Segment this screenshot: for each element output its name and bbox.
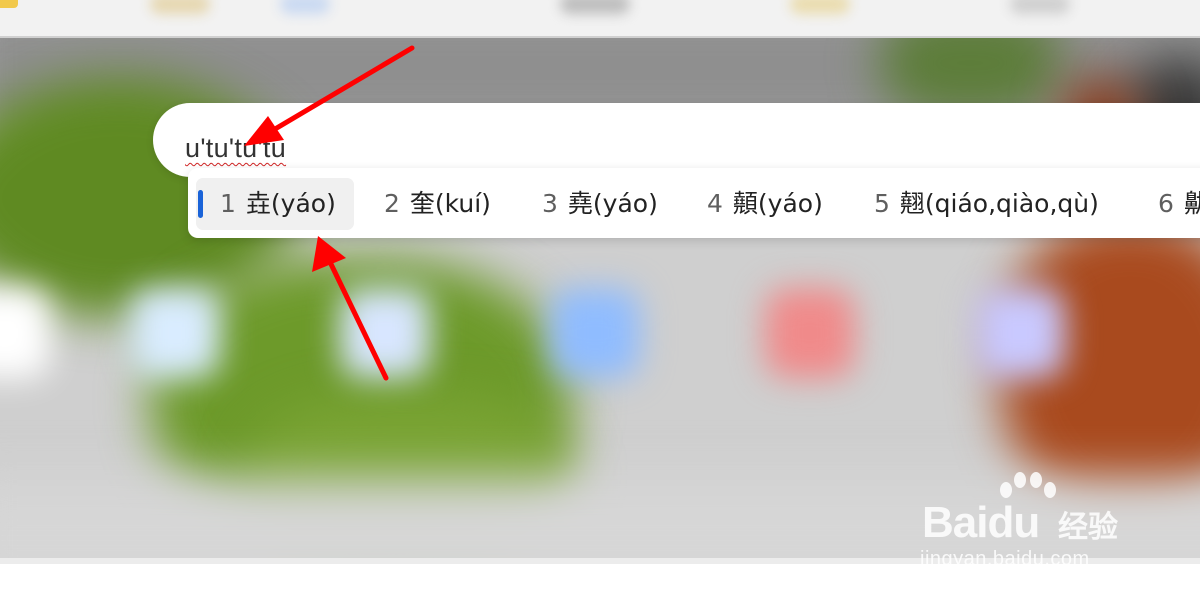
candidate-text: 顤(yáo) <box>732 189 823 218</box>
blurred-app-icon <box>550 288 640 378</box>
candidate-text: 堯(yáo) <box>567 189 658 218</box>
candidate-number: 6 <box>1158 189 1174 218</box>
blurred-toolbar-item <box>790 0 850 14</box>
candidate-item[interactable]: 5 翹(qiáo,qiào,qù) <box>874 178 1099 230</box>
blurred-app-icon <box>765 288 855 378</box>
candidate-number: 5 <box>874 189 890 218</box>
baidu-logo-text: Baidu <box>922 498 1040 547</box>
watermark-url: jingyan.baidu.com <box>920 548 1090 570</box>
jingyan-text: 经验 <box>1058 510 1118 545</box>
ime-composition-box[interactable]: u'tu'tu'tu <box>153 103 1200 177</box>
window-top-strip <box>0 0 1200 38</box>
blurred-toolbar-item <box>280 0 330 14</box>
candidate-text: 翹(qiáo,qiào,qù) <box>899 189 1099 218</box>
candidate-number: 3 <box>542 189 558 218</box>
candidate-item[interactable]: 6鼽 <box>1158 178 1200 230</box>
candidate-item[interactable]: 1 垚(yáo) <box>196 178 354 230</box>
candidate-number: 2 <box>384 189 400 218</box>
candidate-number: 4 <box>707 189 723 218</box>
blurred-toolbar-item <box>1010 0 1070 14</box>
candidate-text: 鼽 <box>1183 189 1200 218</box>
baidu-jingyan-watermark: Baidu 经验 jingyan.baidu.com <box>918 470 1148 580</box>
ime-composition-text[interactable]: u'tu'tu'tu <box>185 133 286 164</box>
blurred-app-icon <box>975 288 1065 378</box>
blurred-app-icon <box>340 288 430 378</box>
candidate-item[interactable]: 2 奎(kuí) <box>384 178 491 230</box>
candidate-text: 奎(kuí) <box>409 189 491 218</box>
folder-tab-corner <box>0 0 18 8</box>
blurred-app-icon <box>130 288 220 378</box>
candidate-item[interactable]: 4 顤(yáo) <box>707 178 823 230</box>
blurred-toolbar-item <box>150 0 210 14</box>
blurred-app-icon <box>0 288 50 378</box>
candidate-number: 1 <box>220 189 236 218</box>
ime-candidate-bar: 1 垚(yáo) 2 奎(kuí) 3 堯(yáo) 4 顤(yáo) 5 翹(qiáo,… <box>188 168 1200 238</box>
blurred-toolbar-item <box>560 0 630 14</box>
candidate-item[interactable]: 3 堯(yáo) <box>542 178 658 230</box>
selection-indicator <box>198 190 203 218</box>
candidate-text: 垚(yáo) <box>245 189 336 218</box>
